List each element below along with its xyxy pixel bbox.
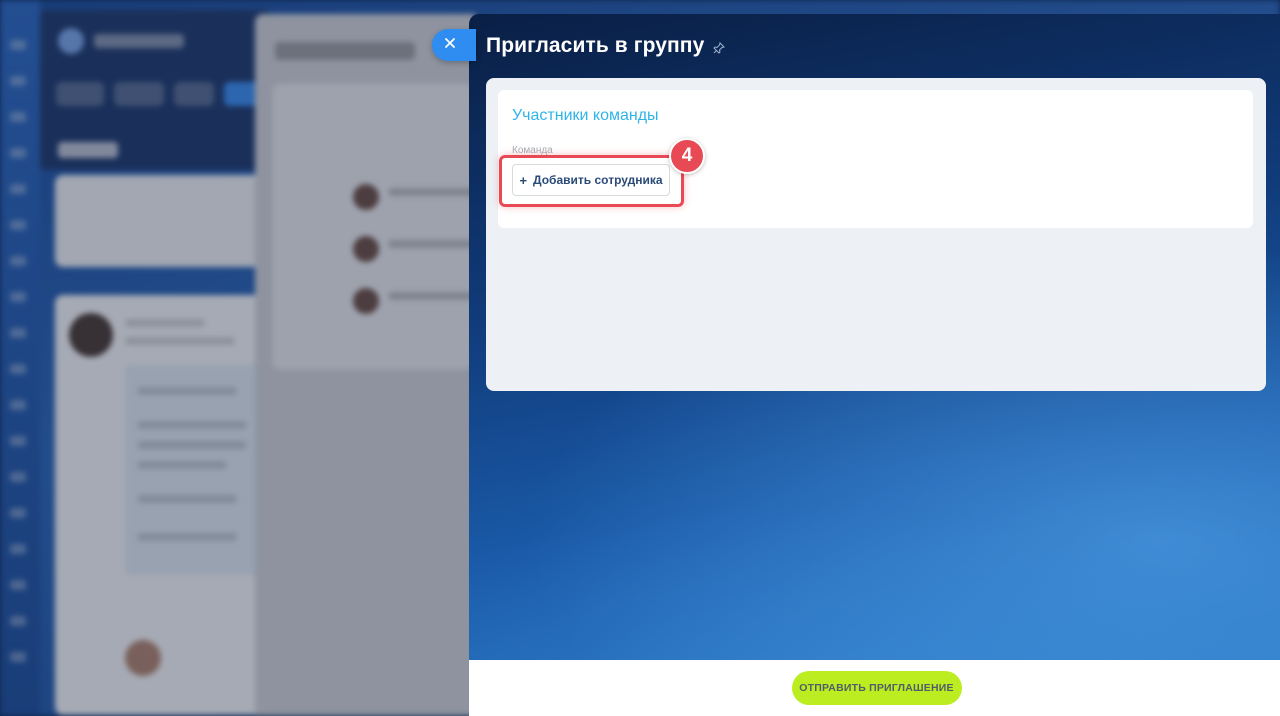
slider-header: Пригласить в группу — [486, 34, 726, 58]
send-invitation-button[interactable]: ОТПРАВИТЬ ПРИГЛАШЕНИЕ — [791, 671, 962, 705]
team-field-label: Команда — [512, 145, 553, 156]
slider-footer: ОТПРАВИТЬ ПРИГЛАШЕНИЕ — [469, 660, 1280, 716]
plus-icon: + — [519, 172, 528, 188]
add-employee-label: Добавить сотрудника — [533, 173, 663, 187]
content-card: Участники команды Команда + Добавить сот… — [486, 78, 1266, 391]
invite-slider-panel: Пригласить в группу Участники команды Ко… — [469, 14, 1280, 716]
pin-icon[interactable] — [712, 41, 726, 55]
close-icon — [444, 36, 456, 54]
section-title: Участники команды — [512, 107, 659, 124]
close-slider-button[interactable] — [432, 29, 476, 61]
tutorial-step-badge: 4 — [669, 138, 705, 174]
add-employee-button[interactable]: + Добавить сотрудника — [512, 164, 670, 196]
slider-title: Пригласить в группу — [486, 34, 705, 57]
team-members-section: Участники команды Команда + Добавить сот… — [498, 90, 1253, 228]
